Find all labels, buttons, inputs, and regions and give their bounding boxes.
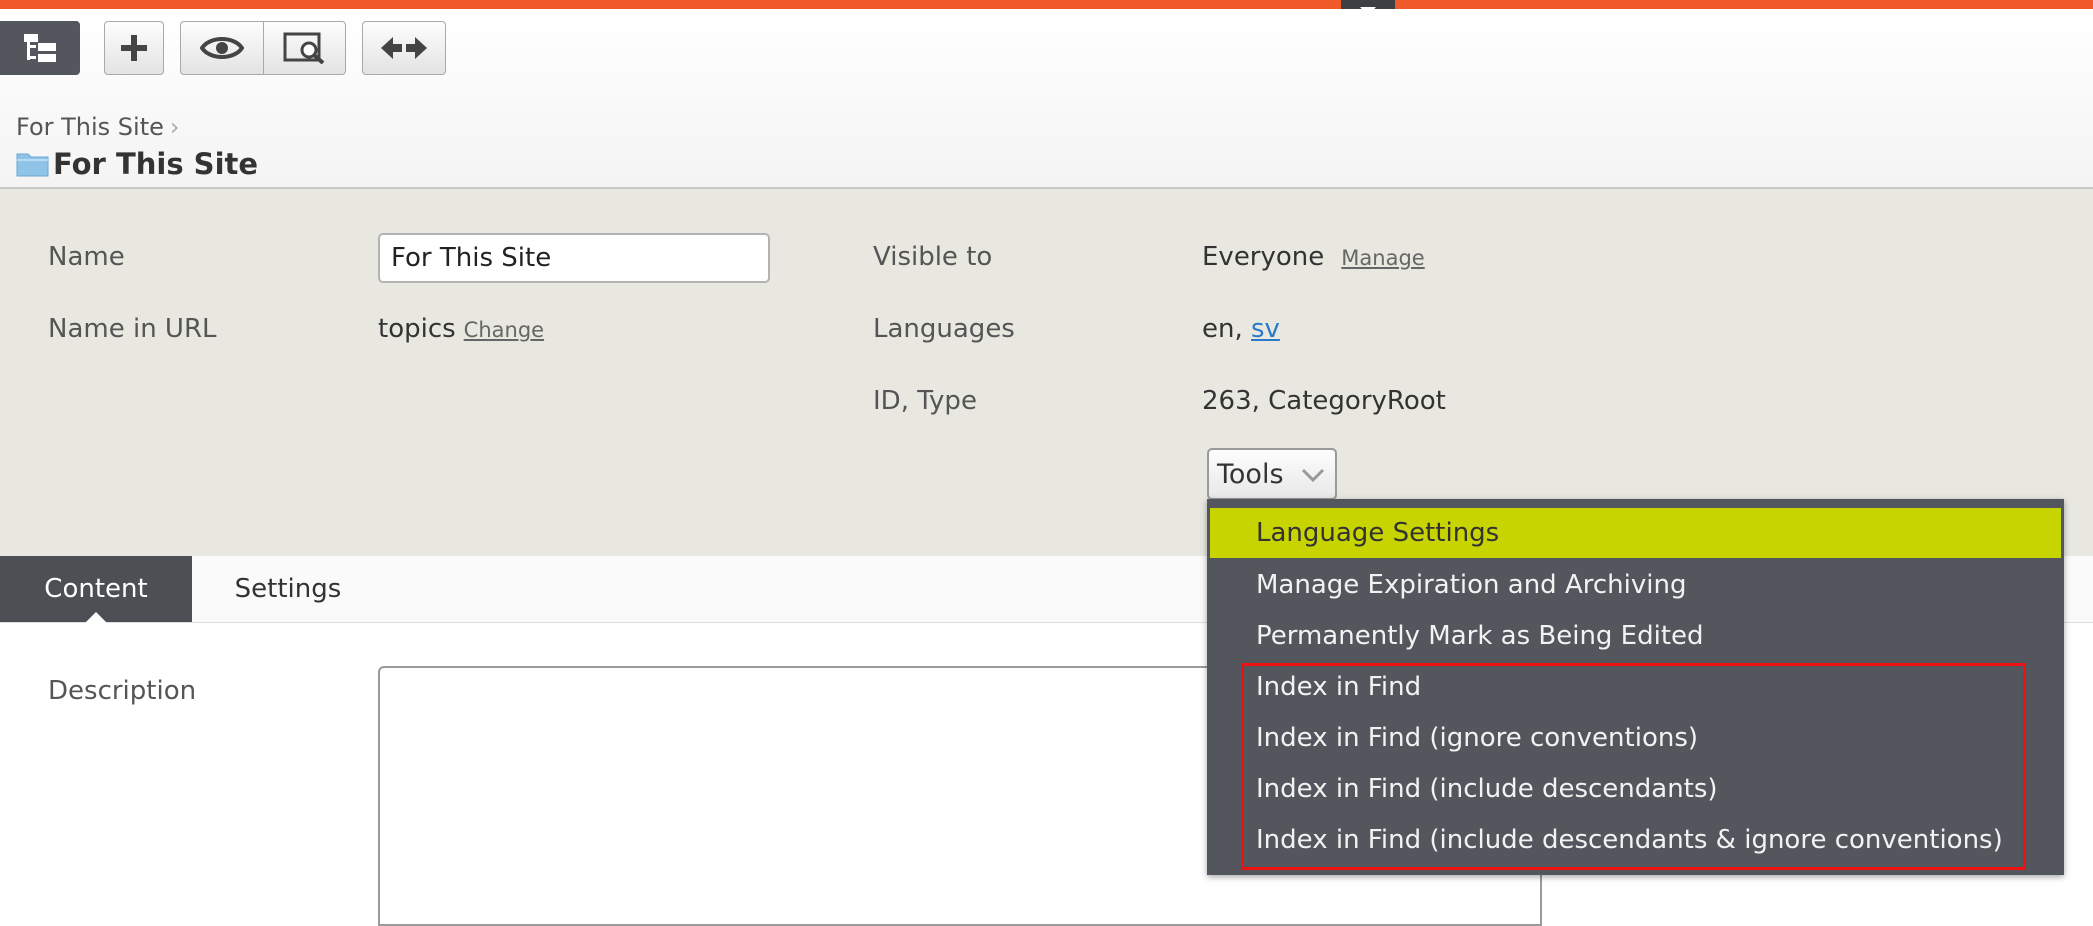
menu-item-index-include-descendants[interactable]: Index in Find (include descendants) — [1207, 764, 2064, 814]
view-settings-button[interactable] — [264, 22, 346, 74]
visible-to-value-group: Everyone Manage — [1202, 242, 1425, 272]
language-link-sv[interactable]: sv — [1251, 314, 1280, 344]
header: For This Site › For This Site — [0, 9, 2093, 189]
tools-dropdown-button[interactable]: Tools — [1207, 448, 1337, 500]
menu-item-mark-as-edited[interactable]: Permanently Mark as Being Edited — [1207, 611, 2064, 661]
menu-item-index-in-find[interactable]: Index in Find — [1207, 662, 2064, 712]
chevron-down-icon — [1301, 468, 1325, 482]
id-type-label: ID, Type — [873, 386, 977, 416]
compare-button[interactable] — [362, 21, 446, 75]
visible-to-value: Everyone — [1202, 242, 1325, 272]
name-input[interactable] — [378, 233, 770, 283]
menu-item-index-ignore-conventions[interactable]: Index in Find (ignore conventions) — [1207, 713, 2064, 763]
menu-item-index-descendants-ignore-conventions[interactable]: Index in Find (include descendants & ign… — [1207, 815, 2064, 865]
languages-label: Languages — [873, 314, 1015, 344]
eye-icon — [200, 37, 244, 59]
change-link[interactable]: Change — [464, 318, 544, 342]
name-in-url-label: Name in URL — [48, 314, 217, 344]
name-in-url-value: topics — [378, 314, 456, 344]
breadcrumb: For This Site › — [16, 113, 180, 141]
id-type-value: 263, CategoryRoot — [1202, 386, 1446, 416]
breadcrumb-item[interactable]: For This Site — [16, 113, 164, 141]
languages-value-group: en, sv — [1202, 314, 1280, 344]
tools-label: Tools — [1217, 459, 1284, 490]
name-in-url-value-group: topics Change — [378, 314, 544, 344]
menu-item-manage-expiration[interactable]: Manage Expiration and Archiving — [1207, 560, 2064, 610]
page-title-text: For This Site — [53, 147, 259, 181]
folder-icon — [16, 153, 49, 177]
description-label: Description — [48, 676, 197, 706]
preview-button[interactable] — [181, 22, 263, 74]
plus-icon — [121, 35, 147, 61]
manage-link[interactable]: Manage — [1341, 246, 1424, 270]
expand-arrows-icon — [381, 37, 427, 59]
name-label: Name — [48, 242, 125, 272]
languages-current: en, — [1202, 314, 1243, 344]
chevron-right-icon: › — [169, 113, 180, 141]
preview-search-icon — [283, 32, 325, 64]
visible-to-label: Visible to — [873, 242, 993, 272]
preview-button-group — [180, 21, 346, 75]
tools-menu: Language Settings Manage Expiration and … — [1207, 499, 2064, 875]
tree-structure-icon — [24, 34, 56, 62]
tab-content[interactable]: Content — [0, 556, 192, 623]
tab-settings[interactable]: Settings — [192, 556, 384, 622]
navigation-tree-button[interactable] — [0, 21, 80, 75]
top-accent-bar — [0, 0, 2093, 9]
menu-item-language-settings[interactable]: Language Settings — [1210, 508, 2061, 558]
add-button[interactable] — [104, 21, 164, 75]
